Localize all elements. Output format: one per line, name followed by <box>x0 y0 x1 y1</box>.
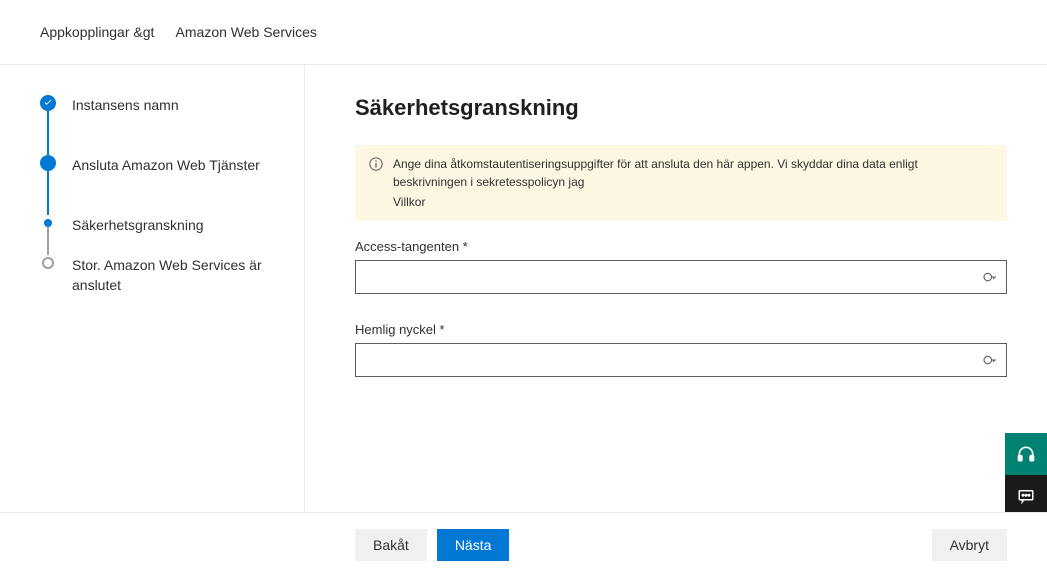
breadcrumb-item-aws[interactable]: Amazon Web Services <box>176 24 317 40</box>
step-security-audit[interactable]: Säkerhetsgranskning <box>40 215 284 255</box>
next-button[interactable]: Nästa <box>437 529 510 561</box>
step-label: Instansens namn <box>72 95 179 135</box>
info-banner-link[interactable]: Villkor <box>393 193 993 211</box>
wizard-steps-sidebar: Instansens namn Ansluta Amazon Web Tjäns… <box>0 65 305 512</box>
access-key-input[interactable] <box>355 260 1007 294</box>
key-icon <box>981 268 999 286</box>
info-banner: Ange dina åtkomstautentiseringsuppgifter… <box>355 145 1007 221</box>
chat-icon <box>1017 487 1035 505</box>
breadcrumb: Appkopplingar &gt Amazon Web Services <box>0 0 1047 65</box>
key-icon <box>981 351 999 369</box>
step-instance-name[interactable]: Instansens namn <box>40 95 284 155</box>
wizard-footer: Bakåt Nästa Avbryt <box>0 512 1047 577</box>
step-label: Säkerhetsgranskning <box>72 215 204 255</box>
info-icon <box>369 157 383 171</box>
secret-key-input[interactable] <box>355 343 1007 377</box>
step-connect-aws[interactable]: Ansluta Amazon Web Tjänster <box>40 155 284 215</box>
step-circle-icon <box>42 257 54 269</box>
main-content: Säkerhetsgranskning Ange dina åtkomstaut… <box>305 65 1047 512</box>
cancel-button[interactable]: Avbryt <box>932 529 1007 561</box>
step-label: Stor. Amazon Web Services är anslutet <box>72 255 272 315</box>
info-banner-text: Ange dina åtkomstautentiseringsuppgifter… <box>393 157 918 189</box>
feedback-button[interactable] <box>1005 475 1047 517</box>
help-button[interactable] <box>1005 433 1047 475</box>
check-icon <box>40 95 56 111</box>
breadcrumb-item-appkopplingar[interactable]: Appkopplingar &gt <box>40 24 154 40</box>
step-label: Ansluta Amazon Web Tjänster <box>72 155 260 195</box>
back-button[interactable]: Bakåt <box>355 529 427 561</box>
step-dot-icon <box>44 219 52 227</box>
page-title: Säkerhetsgranskning <box>355 95 1007 121</box>
headset-icon <box>1016 444 1036 464</box>
step-dot-icon <box>40 155 56 171</box>
access-key-label: Access-tangenten * <box>355 239 1007 254</box>
secret-key-label: Hemlig nyckel * <box>355 322 1007 337</box>
step-aws-connected[interactable]: Stor. Amazon Web Services är anslutet <box>40 255 284 315</box>
